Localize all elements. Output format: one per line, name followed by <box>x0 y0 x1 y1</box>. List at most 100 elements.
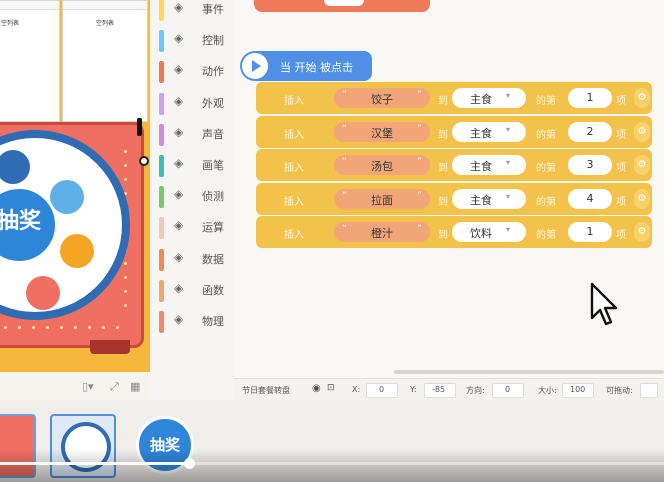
insert-item-block[interactable]: 插入 “汉堡” 到 主食 ▾ 的第 2 项 ⚙ <box>256 115 652 148</box>
insert-item-block[interactable]: 插入 “汤包” 到 主食 ▾ 的第 3 项 ⚙ <box>256 149 652 181</box>
visibility-eye-icon[interactable]: ◉ <box>312 383 321 394</box>
function-icon: ◈ <box>174 280 184 295</box>
category-color-bar <box>159 186 164 209</box>
category-label: 侦测 <box>202 190 224 204</box>
x-label: X: <box>352 385 361 394</box>
hat-block-label: 当 开始 被点击 <box>280 61 353 74</box>
category-1[interactable]: ◈ 控制 <box>156 28 232 53</box>
category-label: 动作 <box>202 65 224 79</box>
category-color-bar <box>159 0 164 21</box>
to-label: 到 <box>438 96 448 107</box>
category-color-bar <box>159 123 164 146</box>
light-bulb <box>124 164 127 167</box>
category-7[interactable]: ◈ 运算 <box>156 215 232 240</box>
category-label: 数据 <box>202 252 224 266</box>
category-color-bar <box>159 311 164 333</box>
category-4[interactable]: ◈ 声音 <box>156 122 232 146</box>
list-monitor-2: 空列表 <box>62 0 148 122</box>
data-block-icon: ⚙ <box>634 222 650 242</box>
index-input[interactable]: 4 <box>568 188 612 209</box>
horizontal-scrollbar[interactable] <box>394 370 664 374</box>
machine-base <box>90 340 130 354</box>
category-color-bar <box>159 92 164 115</box>
insert-item-block[interactable]: 插入 “橙汁” 到 饮料 ▾ 的第 1 项 ⚙ <box>256 216 652 248</box>
item-input[interactable]: “汤包” <box>334 155 430 175</box>
category-5[interactable]: ◈ 画笔 <box>156 153 232 177</box>
play-icon <box>242 53 268 79</box>
fullscreen-icon[interactable]: ⤢ <box>110 380 119 394</box>
light-bulb <box>124 178 127 181</box>
category-2[interactable]: ◈ 动作 <box>156 59 232 84</box>
to-label: 到 <box>438 196 448 208</box>
data-block-icon: ⚙ <box>634 188 650 209</box>
light-bulb <box>60 326 63 329</box>
index-input[interactable]: 1 <box>568 222 612 242</box>
index-input[interactable]: 3 <box>568 155 612 175</box>
light-bulb <box>74 326 77 329</box>
position-label: 的第 <box>536 163 556 174</box>
category-label: 声音 <box>202 127 224 141</box>
stage-toolbar <box>0 372 150 400</box>
list-dropdown[interactable]: 主食 ▾ <box>452 188 526 209</box>
insert-label: 插入 <box>284 163 304 174</box>
item-input[interactable]: “橙汁” <box>334 222 430 242</box>
draggable-toggle[interactable] <box>640 383 658 398</box>
stage-canvas[interactable]: 空列表 空列表 抽奖 ▯▾ ⤢ ▦ <box>0 0 150 400</box>
partial-block-top[interactable] <box>254 0 430 12</box>
direction-label: 方向: <box>466 386 485 395</box>
category-3[interactable]: ◈ 外观 <box>156 91 232 115</box>
position-label: 的第 <box>536 196 556 208</box>
light-bulb <box>4 326 7 329</box>
data-block-icon: ⚙ <box>634 155 650 175</box>
category-label: 运算 <box>202 221 224 235</box>
index-input[interactable]: 2 <box>568 121 612 142</box>
item-input[interactable]: “汉堡” <box>334 121 430 142</box>
magnet-icon: ◈ <box>174 312 184 326</box>
category-label: 函数 <box>202 283 224 297</box>
category-label: 物理 <box>202 315 224 328</box>
category-8[interactable]: ◈ 数据 <box>156 247 232 271</box>
shirt-icon: ◈ <box>174 93 184 108</box>
direction-value: 0 <box>505 385 511 394</box>
light-bulb <box>88 326 91 329</box>
index-input[interactable]: 1 <box>568 88 612 108</box>
list-dropdown[interactable]: 主食 ▾ <box>452 155 526 175</box>
phone-view-icon[interactable]: ▯▾ <box>82 380 94 393</box>
script-workspace[interactable]: 当 开始 被点击 插入 “饺子” 到主食 ▾ 的第 1 项 ⚙ 插入 “汉堡” 到主食 ▾ 的第 2 项 ⚙ 插… <box>234 0 664 378</box>
when-start-clicked-block[interactable]: 当 开始 被点击 <box>240 51 372 81</box>
list-dropdown[interactable]: 主食 ▾ <box>452 121 526 142</box>
x-value: 0 <box>379 385 385 394</box>
light-bulb <box>32 326 35 329</box>
list-value: 主食 <box>470 160 492 173</box>
sprite-name: 节日套餐转盘 <box>242 386 290 395</box>
chevron-down-icon: ▾ <box>506 91 511 100</box>
light-bulb <box>46 326 49 329</box>
pointer-pivot <box>139 156 149 166</box>
wheel-prize-drink <box>26 276 60 310</box>
to-label: 到 <box>438 230 448 241</box>
item-label: 项 <box>616 163 626 174</box>
item-input[interactable]: “拉面” <box>334 188 430 209</box>
position-label: 的第 <box>536 96 556 107</box>
draggable-label: 可拖动: <box>606 386 633 395</box>
wheel-pointer <box>137 118 142 136</box>
insert-item-block[interactable]: 插入 “拉面” 到 主食 ▾ 的第 4 项 ⚙ <box>256 182 652 215</box>
list-dropdown[interactable]: 饮料 ▾ <box>452 222 526 242</box>
category-0[interactable]: ◈ 事件 <box>156 0 232 21</box>
category-label: 事件 <box>202 3 224 16</box>
category-10[interactable]: ◈ 物理 <box>156 309 232 333</box>
light-bulb <box>116 326 119 329</box>
sprite-info-bar: 节日套餐转盘 ◉ ⊡ X: 0 Y: -85 方向: 0 大小: 100 可拖动… <box>234 378 664 401</box>
list-value: 主食 <box>470 126 492 140</box>
running-icon: ◈ <box>174 62 184 77</box>
list-dropdown[interactable]: 主食 ▾ <box>452 88 526 108</box>
item-label: 项 <box>616 129 626 141</box>
insert-item-block[interactable]: 插入 “饺子” 到 主食 ▾ 的第 1 项 ⚙ <box>256 82 652 114</box>
category-9[interactable]: ◈ 函数 <box>156 278 232 302</box>
category-6[interactable]: ◈ 侦测 <box>156 184 232 209</box>
list-monitor-1: 空列表 <box>0 0 60 122</box>
grid-icon[interactable]: ▦ <box>130 380 140 393</box>
to-label: 到 <box>438 163 448 174</box>
lock-icon[interactable]: ⊡ <box>327 383 335 393</box>
item-input[interactable]: “饺子” <box>334 88 430 108</box>
